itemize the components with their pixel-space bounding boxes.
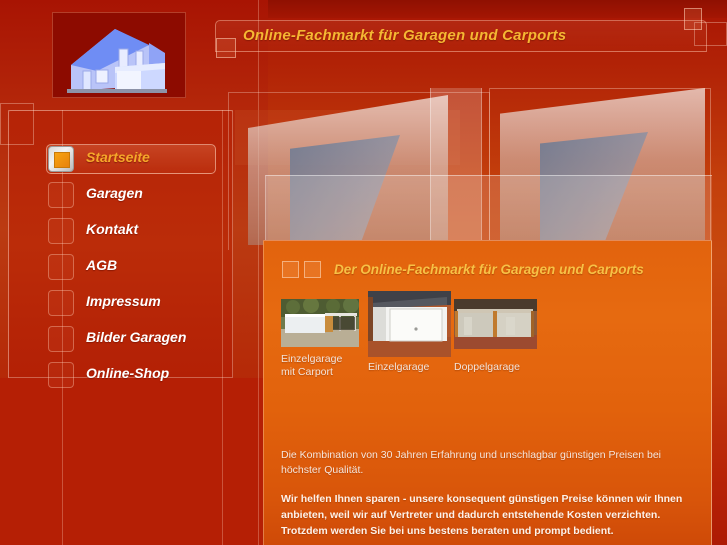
- sidebar-item-label: Garagen: [86, 185, 143, 201]
- left-corner-outline: [0, 103, 34, 145]
- sidebar-item-bilder-garagen[interactable]: Bilder Garagen: [48, 326, 233, 356]
- sidebar-item-online-shop[interactable]: Online-Shop: [48, 362, 233, 392]
- bullet-icon: [48, 290, 74, 316]
- bullet-icon: [48, 362, 74, 388]
- thumbnail-caption-3: Doppelgarage: [454, 361, 520, 373]
- site-logo[interactable]: [52, 12, 186, 98]
- content-heading-row: Der Online-Fachmarkt für Garagen und Car…: [282, 261, 644, 278]
- sidebar-item-label: Online-Shop: [86, 365, 170, 381]
- paragraph-intro: Die Kombination von 30 Jahren Erfahrung …: [281, 449, 661, 476]
- sidebar-nav: Startseite Garagen Kontakt AGB Impressum…: [46, 144, 233, 398]
- lower-left-flat-red: [0, 378, 268, 545]
- thumbnail-doppelgarage[interactable]: [454, 299, 537, 349]
- bullet-icon: [48, 326, 74, 352]
- header-title: Online-Fachmarkt für Garagen und Carport…: [243, 27, 567, 44]
- thumbnail-einzelgarage-mit-carport[interactable]: [281, 299, 359, 347]
- bullet-icon: [48, 146, 74, 172]
- sidebar-item-startseite[interactable]: Startseite: [46, 144, 233, 176]
- content-body: Die Kombination von 30 Jahren Erfahrung …: [281, 448, 699, 539]
- thumbnail-caption-1: Einzelgarage mit Carport: [281, 353, 343, 378]
- doppelgarage-photo: [454, 299, 537, 349]
- einzelgarage-mit-carport-photo: [281, 299, 359, 347]
- bullet-icon: [48, 182, 74, 208]
- paragraph-highlight: Wir helfen Ihnen sparen - unsere konsequ…: [281, 493, 683, 537]
- sidebar-item-impressum[interactable]: Impressum: [48, 290, 233, 320]
- content-title: Der Online-Fachmarkt für Garagen und Car…: [334, 262, 644, 277]
- sidebar-item-label: Impressum: [86, 293, 161, 309]
- vertical-divider-3: [258, 0, 259, 545]
- sidebar-item-label: Bilder Garagen: [86, 329, 187, 345]
- sidebar-item-label: AGB: [86, 257, 118, 273]
- sidebar-item-kontakt[interactable]: Kontakt: [48, 218, 233, 248]
- thumbnail-caption-2: Einzelgarage: [368, 361, 430, 373]
- sidebar-item-label: Kontakt: [86, 221, 139, 237]
- page-root: Online-Fachmarkt für Garagen und Carport…: [0, 0, 727, 545]
- content-panel: Der Online-Fachmarkt für Garagen und Car…: [263, 240, 712, 545]
- product-thumbnails: Einzelgarage mit Carport Einzelgarage Do…: [264, 291, 712, 396]
- thumbnail-einzelgarage[interactable]: [368, 291, 451, 357]
- decor-square-1: [282, 261, 299, 278]
- decor-square-2: [304, 261, 321, 278]
- sidebar-item-agb[interactable]: AGB: [48, 254, 233, 284]
- decor-square-header: [216, 38, 236, 58]
- sidebar-item-garagen[interactable]: Garagen: [48, 182, 233, 212]
- bullet-icon: [48, 254, 74, 280]
- house-logo-icon: [53, 13, 185, 97]
- sidebar-item-label: Startseite: [86, 149, 150, 165]
- bullet-icon: [48, 218, 74, 244]
- einzelgarage-photo: [368, 291, 451, 357]
- background-frame-right: [489, 88, 711, 250]
